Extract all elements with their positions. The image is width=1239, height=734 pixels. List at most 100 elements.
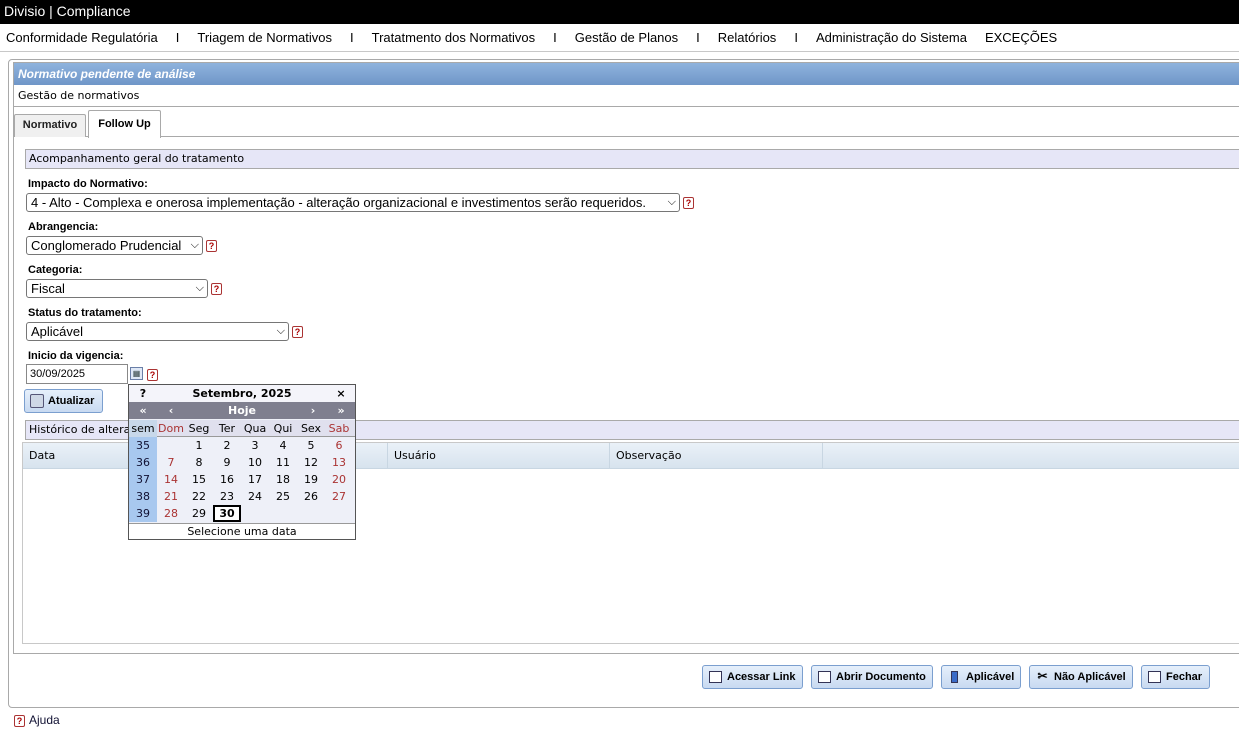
status-select[interactable]: Aplicável ⌵: [26, 322, 289, 341]
nao-aplicavel-button[interactable]: ✂ Não Aplicável: [1029, 665, 1133, 689]
column-usuario[interactable]: Usuário: [388, 443, 610, 469]
calendar-empty-cell: [241, 505, 269, 522]
week-number: 39: [129, 505, 157, 522]
tab-normativo[interactable]: Normativo: [14, 114, 86, 137]
calendar-day[interactable]: 12: [297, 454, 325, 471]
calendar-day[interactable]: 2: [213, 437, 241, 454]
fechar-button[interactable]: Fechar: [1141, 665, 1210, 689]
today-button[interactable]: Hoje: [185, 402, 299, 419]
page-title: Normativo pendente de análise: [14, 63, 1239, 85]
calendar-day[interactable]: 17: [241, 471, 269, 488]
menu-administracao[interactable]: Administração do Sistema: [816, 30, 967, 45]
calendar-day[interactable]: 1: [185, 437, 213, 454]
calendar-day[interactable]: 8: [185, 454, 213, 471]
help-icon[interactable]: ?: [292, 326, 303, 338]
prev-month-button[interactable]: ‹: [157, 402, 185, 419]
main-menu: Conformidade Regulatória I Triagem de No…: [0, 24, 1239, 52]
help-icon[interactable]: ?: [683, 197, 694, 209]
calendar-day[interactable]: 27: [325, 488, 353, 505]
calendar-day[interactable]: 5: [297, 437, 325, 454]
ajuda-link[interactable]: ? Ajuda: [14, 713, 60, 727]
calendar-footer: Selecione uma data: [129, 523, 355, 539]
impacto-label: Impacto do Normativo:: [28, 178, 148, 190]
menu-separator: I: [175, 30, 180, 45]
calendar-day[interactable]: 4: [269, 437, 297, 454]
abrir-documento-button[interactable]: Abrir Documento: [811, 665, 933, 689]
document-icon: [818, 671, 831, 683]
acessar-link-button[interactable]: Acessar Link: [702, 665, 803, 689]
aplicavel-label: Aplicável: [966, 671, 1015, 683]
help-icon: ?: [14, 714, 25, 727]
aplicavel-button[interactable]: Aplicável: [941, 665, 1021, 689]
menu-triagem[interactable]: Triagem de Normativos: [197, 30, 332, 45]
calendar-day[interactable]: 26: [297, 488, 325, 505]
calendar-day[interactable]: 20: [325, 471, 353, 488]
menu-tratamento[interactable]: Tratatmento dos Normativos: [372, 30, 536, 45]
calendar-day[interactable]: 22: [185, 488, 213, 505]
calendar-day[interactable]: 29: [185, 505, 213, 522]
calendar-month-title[interactable]: Setembro, 2025: [157, 385, 327, 402]
categoria-label: Categoria:: [28, 264, 83, 276]
categoria-value: Fiscal: [31, 281, 65, 296]
help-icon[interactable]: ?: [206, 240, 217, 252]
week-number: 36: [129, 454, 157, 471]
calendar-day[interactable]: 24: [241, 488, 269, 505]
menu-separator: I: [350, 30, 354, 45]
nao-aplicavel-label: Não Aplicável: [1054, 671, 1126, 683]
menu-separator: I: [553, 30, 557, 45]
menu-conformidade[interactable]: Conformidade Regulatória: [6, 30, 158, 45]
calendar-title-row: ? Setembro, 2025 ×: [129, 385, 355, 402]
calendar-day[interactable]: 15: [185, 471, 213, 488]
next-month-button[interactable]: ›: [299, 402, 327, 419]
calendar-day[interactable]: 21: [157, 488, 185, 505]
atualizar-button[interactable]: Atualizar: [24, 389, 103, 413]
calendar-close-icon[interactable]: ×: [327, 385, 355, 402]
weekday-label: Ter: [218, 422, 236, 435]
calendar-day[interactable]: 14: [157, 471, 185, 488]
help-icon[interactable]: ?: [211, 283, 222, 295]
calendar-help[interactable]: ?: [129, 385, 157, 402]
calendar-day[interactable]: 25: [269, 488, 297, 505]
calendar-day[interactable]: 13: [325, 454, 353, 471]
calendar-day[interactable]: 19: [297, 471, 325, 488]
menu-excecoes[interactable]: EXCEÇÕES: [985, 30, 1057, 45]
vigencia-date-input[interactable]: 30/09/2025: [26, 364, 128, 384]
next-year-button[interactable]: »: [327, 402, 355, 419]
calendar-day[interactable]: 3: [241, 437, 269, 454]
calendar-empty-cell: [325, 505, 353, 522]
calendar-icon[interactable]: ▦: [130, 367, 143, 380]
calendar-day[interactable]: 11: [269, 454, 297, 471]
calendar-day[interactable]: 10: [241, 454, 269, 471]
vigencia-label: Inicio da vigencia:: [28, 350, 124, 362]
calendar-day[interactable]: 9: [213, 454, 241, 471]
week-number: 35: [129, 437, 157, 454]
calendar-day[interactable]: 28: [157, 505, 185, 522]
weekday-label: Qua: [243, 422, 267, 435]
weekday-label: Seg: [188, 422, 210, 435]
weekday-label: Qui: [273, 422, 293, 435]
app-title: Divisio | Compliance: [0, 0, 1239, 24]
calendar-day[interactable]: 30: [213, 505, 241, 522]
abrir-documento-label: Abrir Documento: [836, 671, 926, 683]
prev-year-button[interactable]: «: [129, 402, 157, 419]
scissors-icon: ✂: [1037, 669, 1048, 683]
abrangencia-select[interactable]: Conglomerado Prudencial ⌵: [26, 236, 203, 255]
chevron-down-icon: ⌵: [276, 325, 285, 337]
tab-follow-up[interactable]: Follow Up: [88, 110, 161, 138]
categoria-select[interactable]: Fiscal ⌵: [26, 279, 208, 298]
page-subtitle: Gestão de normativos: [14, 85, 1239, 107]
menu-separator: I: [794, 30, 798, 45]
calendar-day[interactable]: 23: [213, 488, 241, 505]
impacto-value: 4 - Alto - Complexa e onerosa implementa…: [31, 195, 646, 210]
calendar-day[interactable]: 7: [157, 454, 185, 471]
impacto-select[interactable]: 4 - Alto - Complexa e onerosa implementa…: [26, 193, 680, 212]
calendar-day[interactable]: 6: [325, 437, 353, 454]
calendar-day[interactable]: 18: [269, 471, 297, 488]
menu-gestao-planos[interactable]: Gestão de Planos: [575, 30, 678, 45]
section-title: Acompanhamento geral do tratamento: [25, 149, 1239, 169]
help-icon[interactable]: ?: [147, 369, 158, 381]
column-observacao[interactable]: Observação: [610, 443, 823, 469]
calendar-day[interactable]: 16: [213, 471, 241, 488]
window-icon: [709, 671, 722, 683]
menu-relatorios[interactable]: Relatórios: [718, 30, 777, 45]
